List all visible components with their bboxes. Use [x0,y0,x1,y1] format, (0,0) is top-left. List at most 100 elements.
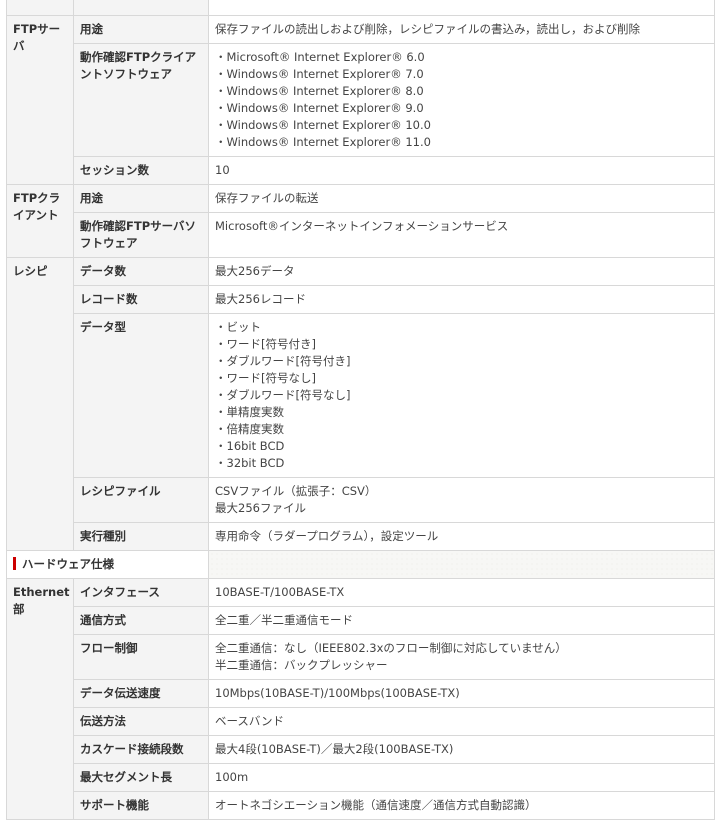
item-value: オートネゴシエーション機能（通信速度／通信方式自動認識） [208,791,715,820]
table-row: セッション数 10 [7,156,715,185]
item-label: インタフェース [73,578,209,607]
value-line: 保存ファイルの転送 [215,191,319,205]
value-line: 最大256レコード [215,292,306,306]
table-row: 実行種別 専用命令（ラダープログラム），設定ツール [7,522,715,551]
category-cell: FTPクライアント [6,184,74,258]
table-row: フロー制御 全二重通信：なし（IEEE802.3xのフロー制御に対応していません）… [7,634,715,680]
value-line: 最大256ファイル [215,501,306,515]
table-row-top-partial [6,0,715,16]
item-value: 保存ファイルの読出しおよび削除，レシピファイルの書込み，読出し，および削除 [208,15,715,44]
table-row: レシピファイル CSVファイル（拡張子：CSV） 最大256ファイル [7,477,715,523]
item-value: 10BASE-T/100BASE-TX [208,578,715,607]
value-line: ・Windows® Internet Explorer® 9.0 [215,101,424,115]
value-line: Microsoft®インターネットインフォメーションサービス [215,219,509,233]
value-line: ベースバンド [215,714,284,728]
item-value: 100m [208,763,715,792]
item-label: データ伝送速度 [73,679,209,708]
item-value: ・ビット・ワード[符号付き] ・ダブルワード[符号付き] ・ワード[符号なし] ・ダブ… [208,313,715,478]
table-row: 動作確認FTPサーバソフトウェア Microsoft®インターネットインフォメーシ… [7,212,715,258]
item-value: 最大4段(10BASE-T)／最大2段(100BASE-TX) [208,735,715,764]
value-line: 保存ファイルの読出しおよび削除，レシピファイルの書込み，読出し，および削除 [215,22,641,36]
item-label: 最大セグメント長 [73,763,209,792]
value-line: ・Windows® Internet Explorer® 7.0 [215,67,424,81]
value-line: ・32bit BCD [215,456,285,470]
value-line: ・Windows® Internet Explorer® 8.0 [215,84,424,98]
item-value: ・Microsoft® Internet Explorer® 6.0 ・Windo… [208,43,715,157]
table-row: FTPクライアント 用途 保存ファイルの転送 [6,184,715,258]
value-line: ・ビット [215,320,261,334]
table-row: 動作確認FTPクライアントソフトウェア ・Microsoft® Internet … [7,43,715,157]
value-line: 最大256データ [215,264,295,278]
table-row: 伝送方法 ベースバンド [7,707,715,736]
item-label: 動作確認FTPサーバソフトウェア [73,212,209,258]
spec-table-body: FTPサーバ 用途 保存ファイルの読出しおよび削除，レシピファイルの書込み，読出し，… [6,0,715,820]
value-line: ・ワード[符号なし] [215,371,316,385]
item-label: カスケード接続段数 [73,735,209,764]
item-label: サポート機能 [73,791,209,820]
item-label: 動作確認FTPクライアントソフトウェア [73,43,209,157]
item-value: ベースバンド [208,707,715,736]
item-value: 最大256データ [208,257,715,286]
blank-cell [73,0,209,16]
section-title: ハードウェア仕様 [22,557,114,571]
value-line: 最大4段(10BASE-T)／最大2段(100BASE-TX) [215,742,454,756]
item-label: データ型 [73,313,209,478]
value-line: ・Microsoft® Internet Explorer® 6.0 [215,50,425,64]
section-title-cell: ハードウェア仕様 [6,550,209,579]
table-row: FTPサーバ 用途 保存ファイルの読出しおよび削除，レシピファイルの書込み，読出し，… [6,15,715,185]
category-cell: レシピ [6,257,74,551]
value-line: ・単精度実数 [215,405,284,419]
item-label: 用途 [73,15,209,44]
value-line: 10BASE-T/100BASE-TX [215,585,345,599]
item-value: 全二重／半二重通信モード [208,606,715,635]
table-row: 最大セグメント長 100m [7,763,715,792]
section-fill-cell [208,550,715,579]
value-line: ・16bit BCD [215,439,285,453]
value-line: 全二重／半二重通信モード [215,613,353,627]
item-value: 専用命令（ラダープログラム），設定ツール [208,522,715,551]
value-line: ・ワード[符号付き] [215,337,316,351]
value-line: 10Mbps(10BASE-T)/100Mbps(100BASE-TX) [215,686,460,700]
value-line: 10 [215,163,230,177]
item-value: 10Mbps(10BASE-T)/100Mbps(100BASE-TX) [208,679,715,708]
item-value: 保存ファイルの転送 [208,184,715,213]
value-line: 100m [215,770,249,784]
value-line: 半二重通信：バックプレッシャー [215,658,388,672]
value-line: ・ダブルワード[符号なし] [215,388,351,402]
blank-cell [208,0,715,16]
spec-table: FTPサーバ 用途 保存ファイルの読出しおよび削除，レシピファイルの書込み，読出し，… [6,0,715,820]
item-label: 伝送方法 [73,707,209,736]
value-line: 専用命令（ラダープログラム），設定ツール [215,529,439,543]
section-marker-icon [13,557,16,570]
table-row: サポート機能 オートネゴシエーション機能（通信速度／通信方式自動認識） [7,791,715,820]
section-header-row: ハードウェア仕様 [6,550,715,579]
item-label: 通信方式 [73,606,209,635]
item-label: レコード数 [73,285,209,314]
item-value: 全二重通信：なし（IEEE802.3xのフロー制御に対応していません） 半二重通信… [208,634,715,680]
item-label: 用途 [73,184,209,213]
item-label: データ数 [73,257,209,286]
table-row: レコード数 最大256レコード [7,285,715,314]
value-line: 全二重通信：なし（IEEE802.3xのフロー制御に対応していません） [215,641,567,655]
table-row: データ型 ・ビット・ワード[符号付き] ・ダブルワード[符号付き] ・ワード[符号なし… [7,313,715,478]
value-line: CSVファイル（拡張子：CSV） [215,484,377,498]
blank-cell [6,0,74,16]
item-label: セッション数 [73,156,209,185]
table-row: 通信方式 全二重／半二重通信モード [7,606,715,635]
value-line: ・ダブルワード[符号付き] [215,354,351,368]
item-value: 最大256レコード [208,285,715,314]
value-line: ・倍精度実数 [215,422,284,436]
value-line: オートネゴシエーション機能（通信速度／通信方式自動認識） [215,798,537,812]
item-value: Microsoft®インターネットインフォメーションサービス [208,212,715,258]
item-value: CSVファイル（拡張子：CSV） 最大256ファイル [208,477,715,523]
value-line: ・Windows® Internet Explorer® 11.0 [215,135,431,149]
item-label: レシピファイル [73,477,209,523]
category-cell: FTPサーバ [6,15,74,185]
table-row: Ethernet部 インタフェース 10BASE-T/100BASE-TX [6,578,715,820]
table-row: カスケード接続段数 最大4段(10BASE-T)／最大2段(100BASE-TX) [7,735,715,764]
item-label: フロー制御 [73,634,209,680]
table-row: レシピ データ数 最大256データ [6,257,715,551]
table-row: データ伝送速度 10Mbps(10BASE-T)/100Mbps(100BASE-… [7,679,715,708]
item-label: 実行種別 [73,522,209,551]
item-value: 10 [208,156,715,185]
